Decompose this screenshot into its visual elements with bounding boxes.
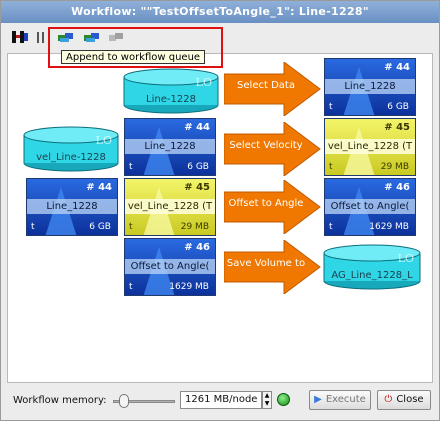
memory-slider-thumb[interactable]: [119, 394, 129, 408]
input-tile-44-c[interactable]: # 44 Line_1228 t 6 GB: [26, 178, 118, 236]
step-arrow-offset-to-angle[interactable]: Offset to Angle: [224, 180, 322, 234]
tile-name: vel_Line_1228 (T: [325, 139, 415, 154]
tile-number: # 45: [184, 182, 210, 193]
memory-input[interactable]: 1261 MB/node: [180, 391, 262, 409]
output-tile-44-a[interactable]: # 44 Line_1228 t 6 GB: [324, 58, 416, 116]
time-axis-label: t: [129, 222, 133, 232]
workflow-canvas: LO Line-1228 Select Data # 44 Line_1228 …: [7, 53, 433, 383]
step-label: Select Data: [237, 80, 295, 91]
tile-name: Offset to Angle(: [125, 259, 215, 274]
time-axis-label: t: [129, 162, 133, 172]
power-icon: ⏻: [384, 394, 393, 405]
tile-size: 6 GB: [187, 162, 209, 172]
tile-size: 1629 MB: [369, 222, 409, 232]
input-dataset-line-1228[interactable]: LO Line-1228: [122, 68, 220, 114]
tile-name: Line_1228: [125, 139, 215, 154]
input-tile-45-b[interactable]: # 45 vel_Line_1228 (T t 29 MB: [124, 178, 216, 236]
dataset-label: AG_Line_1228_L: [331, 270, 413, 281]
status-bar: Workflow memory: 1261 MB/node ▲ ▼ ▶ Execut…: [7, 388, 435, 414]
close-label: Close: [396, 394, 424, 405]
tile-size: 6 GB: [89, 222, 111, 232]
window-title: Workflow: ""TestOffsetToAngle_1": Line-1…: [1, 1, 439, 23]
input-tile-44-b[interactable]: # 44 Line_1228 t 6 GB: [124, 118, 216, 176]
output-tile-46-a[interactable]: # 46 Offset to Angle( t 1629 MB: [324, 178, 416, 236]
time-axis-label: t: [129, 282, 133, 292]
close-button[interactable]: ⏻ Close: [377, 390, 431, 410]
tile-size: 29 MB: [380, 162, 409, 172]
tile-name: vel_Line_1228 (T: [125, 199, 215, 214]
step-arrow-select-data[interactable]: Select Data: [224, 62, 322, 116]
time-axis-label: t: [329, 222, 333, 232]
input-tile-46-b[interactable]: # 46 Offset to Angle( t 1629 MB: [124, 238, 216, 296]
output-dataset-ag-line-1228[interactable]: LO AG_Line_1228_L: [322, 244, 422, 290]
time-axis-label: t: [329, 102, 333, 112]
time-axis-label: t: [31, 222, 35, 232]
memory-spinner[interactable]: ▲ ▼: [262, 391, 272, 409]
step-label: Save Volume to: [226, 258, 306, 269]
tile-number: # 46: [184, 242, 210, 253]
tile-name: Line_1228: [27, 199, 117, 214]
memory-label: Workflow memory:: [13, 395, 107, 406]
lo-badge: LO: [95, 134, 112, 147]
status-ok-icon: [277, 393, 290, 406]
workflow-window: Workflow: ""TestOffsetToAngle_1": Line-1…: [0, 0, 440, 421]
step-label: Offset to Angle: [228, 198, 304, 209]
play-icon: ▶: [314, 394, 322, 405]
step-arrow-select-velocity[interactable]: Select Velocity: [224, 122, 322, 176]
tile-size: 6 GB: [387, 102, 409, 112]
tile-size: 1629 MB: [169, 282, 209, 292]
lo-badge: LO: [397, 252, 414, 265]
tooltip-highlight-box: [48, 27, 223, 68]
output-tile-45-a[interactable]: # 45 vel_Line_1228 (T t 29 MB: [324, 118, 416, 176]
tile-name: Line_1228: [325, 79, 415, 94]
dataset-label: vel_Line-1228: [36, 152, 106, 163]
dataset-label: Line-1228: [146, 94, 196, 105]
tile-number: # 44: [184, 122, 210, 133]
tile-number: # 44: [86, 182, 112, 193]
step-arrow-save-volume[interactable]: Save Volume to: [224, 240, 322, 294]
tile-size: 29 MB: [180, 222, 209, 232]
lo-badge: LO: [195, 76, 212, 89]
execute-label: Execute: [325, 394, 366, 405]
tile-number: # 46: [384, 182, 410, 193]
workflow-icon[interactable]: [11, 29, 29, 45]
execute-button[interactable]: ▶ Execute: [309, 390, 371, 410]
tile-name: Offset to Angle(: [325, 199, 415, 214]
input-dataset-vel-line-1228[interactable]: LO vel_Line-1228: [22, 126, 120, 172]
tile-number: # 44: [384, 62, 410, 73]
step-label: Select Velocity: [229, 140, 303, 151]
time-axis-label: t: [329, 162, 333, 172]
tile-number: # 45: [384, 122, 410, 133]
